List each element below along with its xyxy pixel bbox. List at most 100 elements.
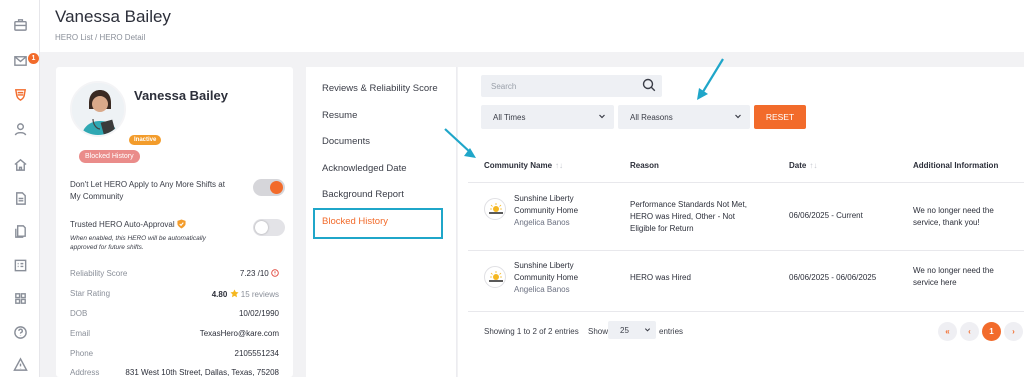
reliability-score: 7.23 /10 — [239, 269, 269, 278]
hero-shield-icon[interactable] — [11, 85, 29, 103]
breadcrumb[interactable]: HERO List / HERO Detail — [55, 33, 145, 42]
col-date-label: Date — [789, 161, 807, 170]
block-apply-toggle[interactable] — [253, 179, 285, 196]
address-label: Address — [70, 368, 100, 377]
detail-nav: Reviews & Reliability Score Resume Docum… — [306, 67, 457, 377]
info-cell: We no longer need the service here — [913, 265, 994, 289]
page-size-value: 25 — [620, 326, 629, 335]
annotation-arrow-icon — [444, 128, 476, 158]
reason-filter-select[interactable]: All Reasons — [618, 105, 750, 129]
files-icon[interactable] — [11, 222, 29, 240]
email-value: TexasHero@kare.com — [199, 329, 279, 338]
person-icon[interactable] — [11, 120, 29, 138]
mail-icon[interactable] — [11, 51, 29, 69]
col-reason-label: Reason — [630, 161, 659, 170]
trusted-helper-text: When enabled, this HERO will be automati… — [70, 235, 206, 251]
community-line2: Community Home — [514, 273, 579, 282]
sidebar: 1 — [0, 0, 40, 377]
time-filter-value: All Times — [493, 113, 526, 122]
col-community-name[interactable]: Community Name ↑↓ — [484, 161, 563, 170]
col-date[interactable]: Date ↑↓ — [789, 161, 817, 170]
email-row: Email TexasHero@kare.com — [70, 329, 279, 341]
info-line: We no longer need the — [913, 266, 994, 275]
nav-reviews[interactable]: Reviews & Reliability Score — [322, 83, 438, 94]
reason-line: Eligible for Return — [630, 224, 694, 233]
community-line2: Community Home — [514, 206, 579, 215]
reason-line: HERO was Hired — [630, 273, 691, 282]
search-input[interactable]: Search — [481, 75, 662, 97]
divider — [468, 311, 1024, 312]
col-reason: Reason — [630, 161, 659, 170]
community-logo — [484, 198, 506, 220]
info-line: service here — [913, 278, 957, 287]
grid-icon[interactable] — [11, 289, 29, 307]
time-filter-select[interactable]: All Times — [481, 105, 614, 129]
reason-line: HERO was Hired, Other - Not — [630, 212, 735, 221]
trusted-auto-approval-toggle[interactable] — [253, 219, 285, 236]
reliability-label: Reliability Score — [70, 269, 128, 278]
divider — [468, 250, 1024, 251]
document-icon[interactable] — [11, 189, 29, 207]
star-label: Star Rating — [70, 289, 111, 298]
col-community-label: Community Name — [484, 161, 553, 170]
col-info-label: Additional Information — [913, 161, 999, 170]
show-label: Show — [588, 327, 609, 336]
reason-filter-value: All Reasons — [630, 113, 673, 122]
briefcase-icon[interactable] — [11, 15, 29, 33]
nav-acknowledged-date[interactable]: Acknowledged Date — [322, 163, 407, 174]
mail-badge: 1 — [28, 53, 39, 64]
setting-block-apply-label: Don't Let HERO Apply to Any More Shifts … — [70, 180, 225, 201]
address-value: 831 West 10th Street, Dallas, Texas, 752… — [125, 368, 279, 377]
community-name: Sunshine Liberty Community Home Angelica… — [514, 260, 578, 296]
info-icon[interactable] — [271, 269, 279, 277]
profile-card: Vanessa Bailey Inactive Blocked History … — [56, 67, 293, 377]
sort-icon[interactable]: ↑↓ — [809, 161, 817, 170]
star-score: 4.80 — [211, 290, 228, 299]
phone-value: 2105551234 — [234, 349, 280, 358]
next-page-button[interactable]: › — [1004, 322, 1023, 341]
dob-label: DOB — [70, 309, 88, 318]
chevron-down-icon — [735, 114, 741, 119]
checklist-icon[interactable] — [11, 256, 29, 274]
community-contact: Angelica Banos — [514, 218, 570, 227]
phone-label: Phone — [70, 349, 94, 358]
community-line1: Sunshine Liberty — [514, 194, 574, 203]
page-size-select[interactable]: 25 — [608, 321, 656, 339]
col-additional-info: Additional Information — [913, 161, 998, 170]
address-row: Address 831 West 10th Street, Dallas, Te… — [70, 368, 279, 377]
first-page-button[interactable]: « — [938, 322, 957, 341]
blocked-history-badge[interactable]: Blocked History — [79, 150, 140, 163]
verified-shield-icon — [177, 219, 186, 229]
warning-icon[interactable] — [11, 355, 29, 373]
pagination-info: Showing 1 to 2 of 2 entries — [484, 327, 579, 336]
sort-icon[interactable]: ↑↓ — [555, 161, 563, 170]
nav-background-report[interactable]: Background Report — [322, 189, 404, 200]
search-placeholder: Search — [491, 82, 517, 91]
dob-row: DOB 10/02/1990 — [70, 309, 279, 321]
reset-button[interactable]: RESET — [754, 105, 806, 129]
search-icon[interactable] — [642, 78, 656, 92]
star-value: 4.80 15 reviews — [212, 289, 279, 299]
help-icon[interactable] — [11, 323, 29, 341]
profile-name: Vanessa Bailey — [134, 88, 228, 103]
nav-resume[interactable]: Resume — [322, 110, 357, 121]
entries-label: entries — [659, 327, 684, 336]
phone-row: Phone 2105551234 — [70, 349, 279, 361]
community-contact: Angelica Banos — [514, 285, 570, 294]
reliability-value: 7.23 /10 — [240, 269, 279, 278]
nav-documents[interactable]: Documents — [322, 136, 370, 147]
date-cell: 06/06/2025 - Current — [789, 211, 863, 220]
info-line: We no longer need the — [913, 206, 994, 215]
star-reviews[interactable]: 15 reviews — [241, 290, 279, 299]
home-icon[interactable] — [11, 155, 29, 173]
star-rating-row: Star Rating 4.80 15 reviews — [70, 289, 279, 301]
reason-cell: Performance Standards Not Met, HERO was … — [630, 199, 747, 235]
star-icon — [229, 289, 239, 298]
page-1-button[interactable]: 1 — [982, 322, 1001, 341]
date-cell: 06/06/2025 - 06/06/2025 — [789, 273, 877, 282]
community-line1: Sunshine Liberty — [514, 261, 574, 270]
dob-value: 10/02/1990 — [238, 309, 279, 318]
toggle-knob — [255, 221, 268, 234]
annotation-arrow-icon — [697, 58, 724, 100]
prev-page-button[interactable]: ‹ — [960, 322, 979, 341]
